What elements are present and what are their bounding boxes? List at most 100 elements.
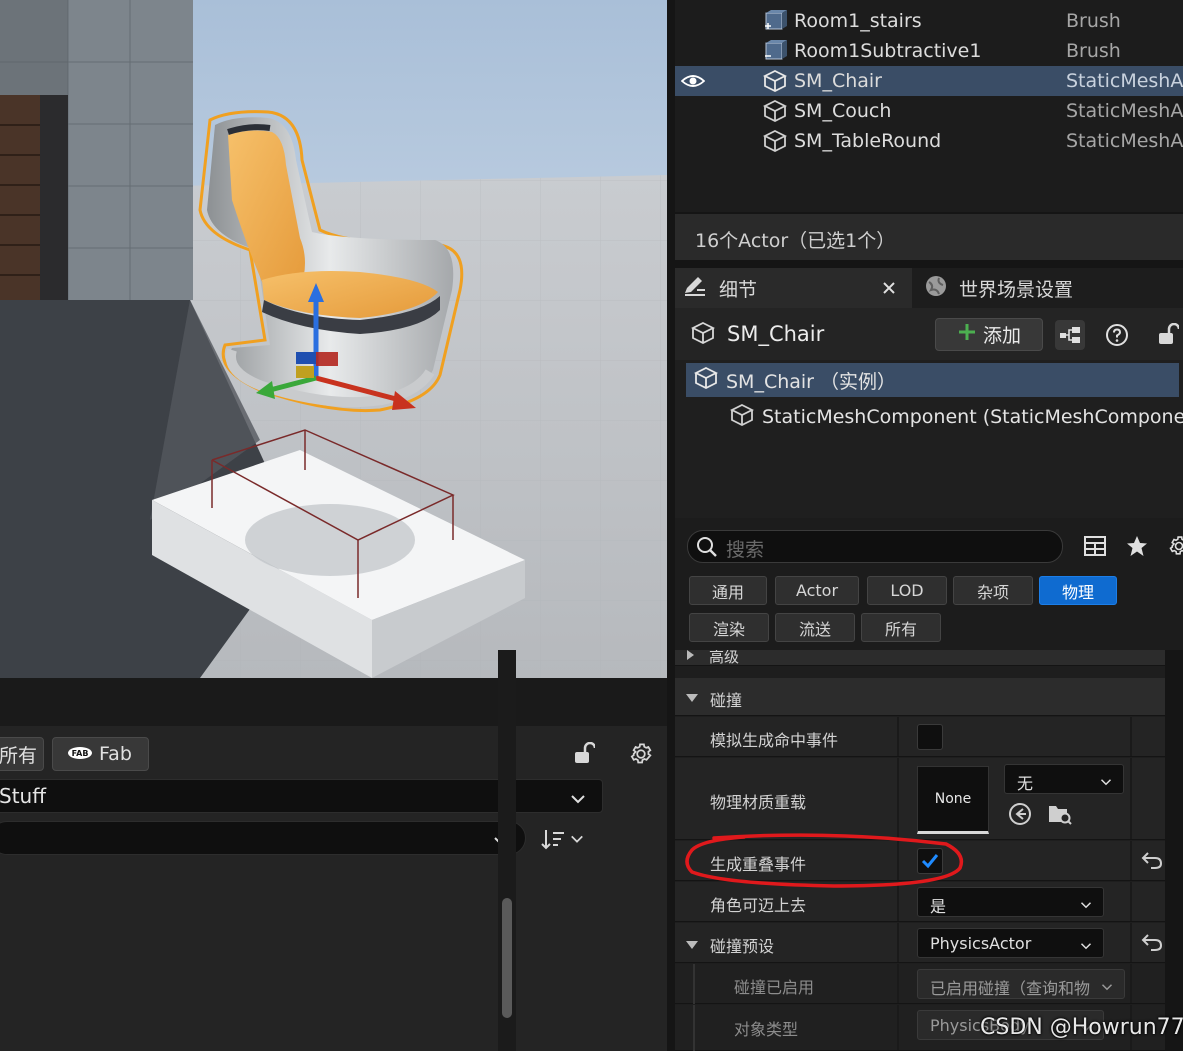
use-selected-asset-icon[interactable] — [1008, 802, 1032, 825]
outliner-row-selected[interactable]: SM_Chair StaticMeshAc — [675, 66, 1183, 96]
visibility-eye-icon[interactable] — [680, 71, 706, 91]
reset-column-divider — [1130, 923, 1132, 962]
content-browser-panel: 所有 FAB Fab Stuff — [0, 678, 667, 1051]
reset-column-divider — [1130, 717, 1132, 756]
simulation-hit-events-row: 模拟生成命中事件 — [675, 717, 1165, 757]
component-child-item[interactable]: StaticMeshComponent (StaticMeshComponent — [729, 400, 1183, 434]
column-divider — [897, 758, 899, 839]
outliner-row[interactable]: Room1Subtractive1 Brush — [675, 36, 1183, 66]
add-component-button[interactable]: 添加 — [935, 318, 1043, 351]
details-search-input[interactable]: 搜索 — [687, 530, 1063, 563]
content-path-label: Stuff — [0, 784, 46, 808]
advanced-label: 高级 — [709, 650, 740, 666]
reset-to-default-icon[interactable] — [1141, 850, 1165, 872]
filter-tab-all[interactable]: 所有 — [861, 613, 941, 642]
svg-text:FAB: FAB — [72, 749, 89, 758]
outliner-item-type: Brush — [1066, 40, 1121, 62]
static-mesh-icon — [762, 99, 788, 123]
collision-enabled-dropdown[interactable]: 已启用碰撞（查询和物 — [917, 969, 1125, 999]
column-divider — [897, 882, 899, 921]
static-mesh-icon — [762, 69, 788, 93]
phys-material-override-row: 物理材质重载 None 无 — [675, 758, 1165, 840]
right-panel: Room1_stairs Brush Room1Subtractive1 Bru… — [667, 0, 1183, 1051]
gear-icon[interactable] — [1165, 532, 1183, 560]
reset-column-divider — [1130, 882, 1132, 921]
outliner-row[interactable]: SM_Couch StaticMeshAc — [675, 96, 1183, 126]
unlock-icon[interactable] — [570, 740, 598, 768]
details-search-area: 搜索 通用 Actor LOD 杂项 物理 渲染 流送 所有 — [675, 518, 1183, 650]
component-root-item[interactable]: SM_Chair （实例） — [686, 363, 1179, 397]
can-step-up-value: 是 — [930, 897, 947, 916]
components-tree: SM_Chair （实例） StaticMeshComponent (Stati… — [675, 360, 1183, 518]
collision-presets-dropdown[interactable]: PhysicsActor — [917, 928, 1104, 958]
table-view-icon[interactable] — [1081, 532, 1109, 560]
outliner-item-name: Room1_stairs — [794, 10, 922, 32]
content-filter-dropdown[interactable] — [0, 821, 526, 855]
brush-icon — [763, 10, 787, 32]
filter-tab-general[interactable]: 通用 — [689, 576, 767, 605]
can-step-up-row: 角色可迈上去 是 — [675, 882, 1165, 922]
details-actor-name[interactable]: SM_Chair — [727, 322, 824, 346]
collision-presets-value: PhysicsActor — [930, 934, 1032, 953]
outliner-row[interactable]: Room1_stairs Brush — [675, 6, 1183, 36]
tab-details-label: 细节 — [719, 278, 758, 301]
simulation-hit-events-checkbox[interactable] — [917, 724, 943, 750]
tab-world-settings[interactable]: 世界场景设置 — [925, 268, 1073, 308]
can-step-up-dropdown[interactable]: 是 — [917, 887, 1104, 917]
filter-tab-rendering[interactable]: 渲染 — [689, 613, 769, 642]
all-content-label: 所有 — [0, 744, 38, 767]
phys-material-dropdown[interactable]: 无 — [1004, 764, 1124, 794]
phys-material-value: 无 — [1017, 774, 1034, 793]
blueprint-icon[interactable] — [1055, 320, 1085, 350]
browse-asset-icon[interactable] — [1047, 802, 1072, 825]
help-icon[interactable] — [1102, 320, 1132, 350]
generate-overlap-events-checkbox[interactable] — [917, 848, 943, 874]
fab-button[interactable]: FAB Fab — [52, 737, 149, 771]
static-mesh-icon — [762, 129, 788, 153]
static-mesh-icon — [690, 321, 716, 348]
reset-column-divider — [1130, 964, 1132, 1003]
collision-enabled-label: 碰撞已启用 — [734, 978, 815, 997]
outliner-item-name: SM_Chair — [794, 70, 882, 92]
properties-list: 高级 碰撞 模拟生成命中事件 物理材质重载 None 无 生成重叠事件 角色可迈… — [675, 650, 1165, 1051]
object-type-label: 对象类型 — [734, 1020, 799, 1039]
filter-tab-actor[interactable]: Actor — [775, 576, 859, 605]
properties-scrollbar-thumb[interactable] — [502, 898, 512, 1018]
chevron-down-icon — [1079, 896, 1093, 915]
outliner-row[interactable]: SM_TableRound StaticMeshAc — [675, 126, 1183, 156]
indent-guide — [693, 964, 695, 1004]
gear-icon[interactable] — [627, 740, 655, 768]
chevron-down-icon — [1099, 773, 1113, 792]
static-mesh-component-icon — [729, 403, 755, 431]
reset-to-default-icon[interactable] — [1141, 932, 1165, 954]
sort-order-icon[interactable] — [540, 826, 590, 852]
outliner-item-type: Brush — [1066, 10, 1121, 32]
close-icon[interactable] — [879, 278, 899, 298]
unlock-icon[interactable] — [1153, 320, 1183, 350]
advanced-subcategory-row[interactable]: 高级 — [675, 650, 1165, 666]
collision-presets-label: 碰撞预设 — [710, 937, 775, 956]
watermark-text: CSDN @Howrun777 — [980, 1015, 1183, 1040]
content-browser-header-strip — [0, 678, 667, 726]
details-pencil-icon — [683, 275, 707, 302]
filter-tab-physics[interactable]: 物理 — [1039, 576, 1117, 605]
all-content-button[interactable]: 所有 — [0, 737, 44, 771]
add-label: 添加 — [982, 325, 1021, 347]
tab-details[interactable]: 细节 — [675, 268, 912, 308]
column-divider — [897, 1005, 899, 1050]
outliner-item-type: StaticMeshAc — [1066, 100, 1183, 122]
level-viewport[interactable] — [0, 0, 667, 678]
filter-tab-streaming[interactable]: 流送 — [775, 613, 855, 642]
star-icon[interactable] — [1123, 532, 1151, 560]
filter-tab-lod[interactable]: LOD — [867, 576, 947, 605]
chevron-down-icon — [570, 788, 586, 812]
world-settings-icon — [925, 275, 947, 302]
asset-thumbnail[interactable]: None — [917, 766, 989, 834]
collapse-arrow-icon[interactable] — [685, 936, 699, 955]
component-child-label: StaticMeshComponent (StaticMeshComponent — [762, 406, 1183, 428]
collision-category-row[interactable]: 碰撞 — [675, 678, 1165, 716]
checkmark-icon — [921, 854, 939, 869]
fab-icon: FAB — [67, 743, 93, 765]
collision-enabled-value: 已启用碰撞（查询和物 — [930, 979, 1091, 998]
filter-tab-misc[interactable]: 杂项 — [953, 576, 1033, 605]
